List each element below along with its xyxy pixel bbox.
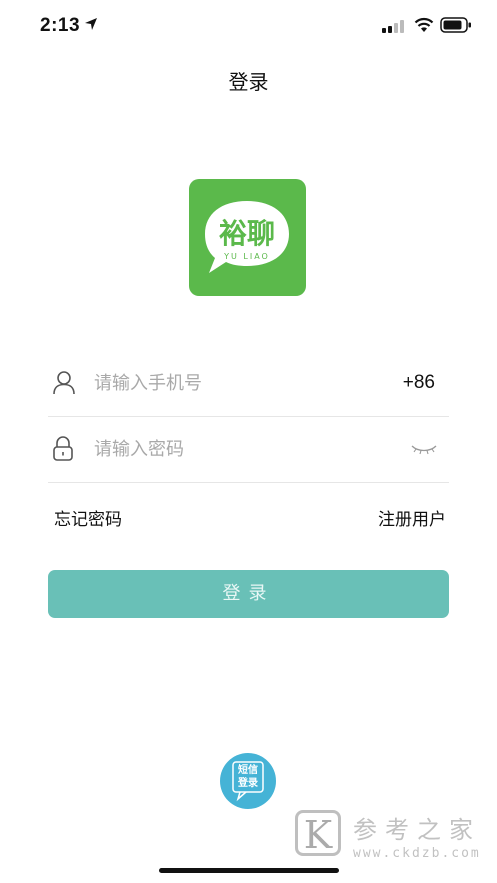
- sms-login-button[interactable]: 短信 登录: [220, 753, 276, 809]
- phone-row: +86: [48, 352, 449, 417]
- password-input[interactable]: [94, 434, 384, 464]
- logo-text: 裕聊: [219, 217, 275, 250]
- sms-login-label: 短信 登录: [220, 764, 276, 790]
- wifi-icon: [414, 17, 434, 32]
- status-time: 2:13: [40, 15, 81, 36]
- phone-input[interactable]: [94, 368, 384, 398]
- signal-icon: [382, 20, 404, 33]
- sms-label-line2: 登录: [238, 778, 258, 789]
- status-bar: 2:13: [0, 0, 497, 54]
- register-link[interactable]: 注册用户: [378, 505, 446, 530]
- battery-icon: [440, 17, 471, 33]
- page-title: 登录: [228, 70, 269, 94]
- lock-icon: [53, 436, 73, 461]
- user-icon: [53, 371, 75, 395]
- watermark: K 参考之家 www.ckdzb.com: [295, 810, 495, 872]
- app-logo: 裕聊 YU LIAO: [189, 179, 306, 296]
- home-indicator[interactable]: [159, 868, 339, 873]
- sms-label-line1: 短信: [238, 765, 258, 776]
- watermark-text: 参考之家: [353, 816, 481, 844]
- country-code[interactable]: +86: [403, 372, 435, 394]
- location-arrow-icon: [85, 18, 97, 30]
- watermark-logo: K: [295, 810, 341, 857]
- password-row: [48, 418, 449, 483]
- logo-subtext: YU LIAO: [223, 252, 270, 261]
- forgot-password-link[interactable]: 忘记密码: [54, 505, 122, 530]
- watermark-url: www.ckdzb.com: [353, 846, 481, 861]
- login-button[interactable]: 登录: [48, 570, 449, 618]
- auth-links: 忘记密码 注册用户: [54, 505, 446, 530]
- eye-closed-icon[interactable]: [411, 444, 437, 456]
